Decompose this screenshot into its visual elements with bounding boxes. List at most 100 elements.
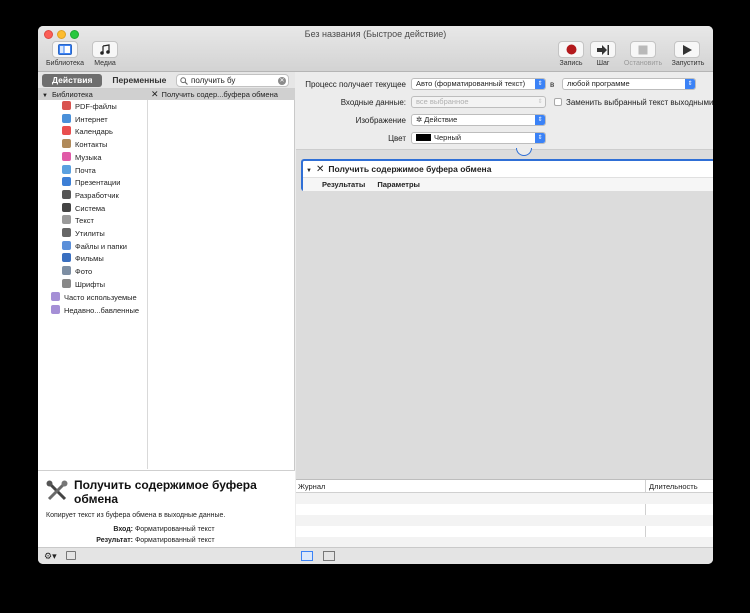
log-view-icon[interactable] — [323, 551, 335, 561]
category-item[interactable]: Контакты — [62, 139, 107, 151]
category-item[interactable]: Разработчик — [62, 189, 119, 202]
disclosure-down-icon[interactable]: ▼ — [42, 91, 49, 102]
category-item[interactable]: Календарь — [62, 126, 113, 138]
smart-group-label: Недавно...бавленные — [64, 305, 140, 315]
action-block[interactable]: ▼ ✕ Получить содержимое буфера обмена Резу… — [301, 159, 713, 191]
workflow-area[interactable]: ▼ ✕ Получить содержимое буфера обмена Резу… — [296, 148, 713, 479]
run-button[interactable] — [674, 41, 700, 58]
stop-icon — [638, 45, 648, 54]
library-button[interactable] — [52, 41, 78, 58]
image-popup[interactable]: ✲ Действие ⇕ — [411, 114, 546, 126]
category-item[interactable]: Фото — [62, 266, 92, 278]
category-item[interactable]: Файлы и папки — [62, 240, 127, 253]
color-swatch — [416, 134, 431, 141]
category-icon — [62, 189, 71, 199]
action-item-label: Получить содер...буфера обмена — [161, 90, 278, 99]
log-panel: Журнал Длительность — [296, 479, 713, 548]
log-column-header[interactable]: Журнал — [298, 480, 325, 493]
workflow-settings: Процесс получает текущее Авто (форматиро… — [296, 72, 713, 150]
category-item[interactable]: Почта — [62, 164, 96, 177]
action-block-title: Получить содержимое буфера обмена — [328, 164, 492, 174]
input-value: все выбранное — [416, 97, 469, 106]
description-result-row: Результат: Форматированный текст — [38, 537, 215, 544]
category-item[interactable]: Шрифты — [62, 278, 106, 291]
category-item[interactable]: PDF-файлы — [62, 101, 117, 113]
action-item-get-clipboard[interactable]: ✕ Получить содер...буфера обмена — [148, 89, 295, 100]
tab-parameters[interactable]: Параметры — [377, 180, 420, 189]
category-list: ▼ Библиотека PDF-файлы Интернет Календарь Ко… — [38, 89, 148, 469]
log-row — [296, 515, 713, 526]
workflow-pane: Процесс получает текущее Авто (форматиро… — [296, 72, 713, 548]
workflow-connector — [516, 148, 532, 156]
popup-arrows-icon: ⇕ — [685, 79, 695, 89]
automator-window: Без названия (Быстрое действие) Библиоте… — [38, 26, 713, 564]
media-button[interactable] — [92, 41, 118, 58]
application-popup[interactable]: любой программе ⇕ — [562, 78, 696, 90]
category-label: Шрифты — [75, 279, 106, 289]
action-list: ✕ Получить содер...буфера обмена — [148, 89, 295, 469]
category-item[interactable]: Музыка — [62, 151, 102, 164]
media-button-label: Медиа — [94, 60, 116, 67]
category-item[interactable]: Система — [62, 202, 106, 215]
description-result-value: Форматированный текст — [134, 537, 215, 544]
smart-group-item[interactable]: Часто используемые — [51, 292, 137, 304]
step-button[interactable] — [590, 41, 616, 58]
action-description: Получить содержимое буфера обмена Копиру… — [38, 470, 295, 547]
clear-search-icon[interactable]: ✕ — [278, 77, 286, 85]
list-view-icon[interactable] — [301, 551, 313, 561]
replace-text-label: Заменить выбранный текст выходными — [566, 98, 713, 107]
tab-variables[interactable]: Переменные — [102, 74, 176, 87]
category-item[interactable]: Утилиты — [62, 228, 105, 240]
category-icon — [62, 101, 71, 110]
library-root-item[interactable]: ▼ Библиотека — [38, 89, 148, 100]
receives-popup[interactable]: Авто (форматированный текст) ⇕ — [411, 78, 546, 90]
description-title: Получить содержимое буфера обмена — [74, 478, 257, 506]
action-block-tabs: Результаты Параметры — [303, 177, 713, 191]
popup-arrows-icon: ⇕ — [535, 133, 545, 143]
smart-folder-icon — [51, 304, 60, 314]
tools-icon: ✕ — [151, 89, 159, 99]
library-root-label: Библиотека — [52, 90, 93, 99]
search-field[interactable]: получить бу ✕ — [176, 74, 289, 87]
titlebar: Без названия (Быстрое действие) Библиоте… — [38, 26, 713, 72]
image-label: Изображение — [355, 116, 406, 125]
category-label: Музыка — [75, 152, 102, 162]
tools-icon: ✕ — [316, 164, 325, 175]
gear-menu-icon[interactable]: ⚙︎▾ — [44, 551, 57, 562]
category-item[interactable]: Интернет — [62, 113, 108, 126]
category-label: Текст — [75, 216, 94, 226]
tab-actions[interactable]: Действия — [42, 74, 103, 87]
category-icon — [62, 266, 71, 276]
step-icon — [597, 44, 609, 55]
popup-arrows-icon: ⇕ — [535, 115, 545, 125]
input-popup[interactable]: все выбранное ⇕ — [411, 96, 546, 108]
library-icon — [58, 44, 72, 55]
popup-arrows-icon: ⇕ — [535, 79, 545, 89]
description-result-key: Результат: — [96, 537, 133, 544]
log-row — [296, 504, 713, 515]
record-icon — [566, 44, 576, 55]
color-popup[interactable]: Черный ⇕ — [411, 132, 546, 144]
duration-column-header[interactable]: Длительность — [649, 480, 698, 493]
color-value: Черный — [434, 133, 462, 142]
receives-label: Процесс получает текущее — [305, 80, 406, 89]
replace-text-checkbox[interactable] — [554, 98, 562, 106]
category-item[interactable]: Текст — [62, 215, 94, 227]
category-item[interactable]: Фильмы — [62, 253, 104, 265]
record-button[interactable] — [558, 41, 584, 58]
category-icon — [62, 253, 71, 263]
category-item[interactable]: Презентации — [62, 177, 120, 189]
record-button-label: Запись — [559, 60, 583, 67]
search-input[interactable]: получить бу — [191, 76, 235, 85]
category-label: Разработчик — [75, 190, 119, 200]
tab-results[interactable]: Результаты — [322, 180, 365, 189]
gear-icon: ✲ — [416, 115, 423, 124]
category-label: Система — [75, 203, 106, 213]
category-icon — [62, 164, 71, 174]
description-toggle-icon[interactable] — [66, 551, 76, 560]
description-input-row: Вход: Форматированный текст — [38, 526, 214, 533]
smart-group-item[interactable]: Недавно...бавленные — [51, 304, 140, 317]
stop-button[interactable] — [630, 41, 656, 58]
category-icon — [62, 151, 71, 161]
in-label: в — [550, 80, 555, 89]
